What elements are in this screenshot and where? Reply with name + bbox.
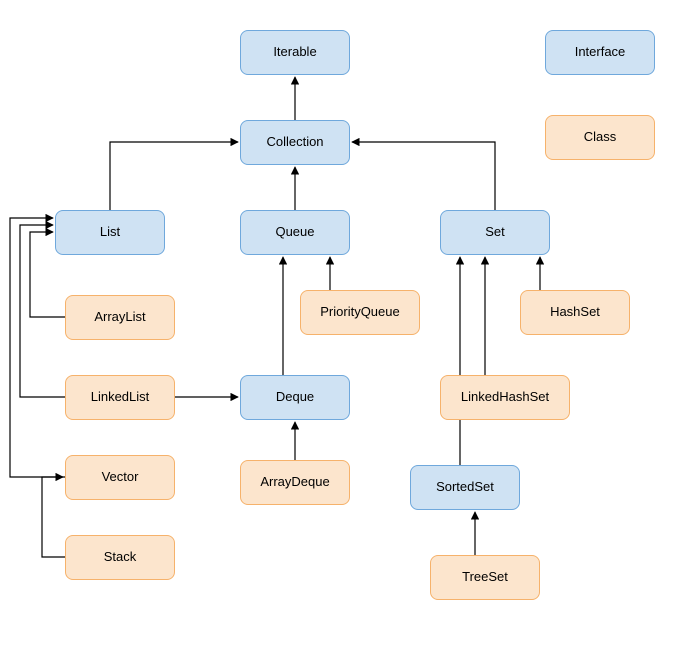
- node-treeset: TreeSet: [430, 555, 540, 600]
- node-label: Iterable: [273, 45, 316, 59]
- node-label: Collection: [266, 135, 323, 149]
- node-label: SortedSet: [436, 480, 494, 494]
- node-label: Stack: [104, 550, 137, 564]
- node-label: Set: [485, 225, 505, 239]
- edge-list-collection: [110, 142, 238, 210]
- node-list: List: [55, 210, 165, 255]
- node-stack: Stack: [65, 535, 175, 580]
- node-priorityqueue: PriorityQueue: [300, 290, 420, 335]
- node-label: TreeSet: [462, 570, 508, 584]
- node-arraydeque: ArrayDeque: [240, 460, 350, 505]
- node-label: Vector: [102, 470, 139, 484]
- legend-label: Class: [584, 130, 617, 144]
- edge-stack-vector: [42, 477, 65, 557]
- node-label: List: [100, 225, 120, 239]
- node-linkedhashset: LinkedHashSet: [440, 375, 570, 420]
- node-label: Deque: [276, 390, 314, 404]
- legend-interface: Interface: [545, 30, 655, 75]
- node-iterable: Iterable: [240, 30, 350, 75]
- node-label: LinkedHashSet: [461, 390, 549, 404]
- node-set: Set: [440, 210, 550, 255]
- node-collection: Collection: [240, 120, 350, 165]
- node-vector: Vector: [65, 455, 175, 500]
- node-arraylist: ArrayList: [65, 295, 175, 340]
- node-label: LinkedList: [91, 390, 150, 404]
- node-deque: Deque: [240, 375, 350, 420]
- node-label: ArrayDeque: [260, 475, 329, 489]
- legend-label: Interface: [575, 45, 626, 59]
- node-sortedset: SortedSet: [410, 465, 520, 510]
- node-hashset: HashSet: [520, 290, 630, 335]
- diagram-canvas: Iterable Collection List Queue Set Array…: [0, 0, 673, 647]
- node-linkedlist: LinkedList: [65, 375, 175, 420]
- node-queue: Queue: [240, 210, 350, 255]
- edge-set-collection: [352, 142, 495, 210]
- edge-vector-list: [10, 218, 65, 477]
- node-label: Queue: [275, 225, 314, 239]
- node-label: ArrayList: [94, 310, 145, 324]
- node-label: HashSet: [550, 305, 600, 319]
- legend-class: Class: [545, 115, 655, 160]
- node-label: PriorityQueue: [320, 305, 399, 319]
